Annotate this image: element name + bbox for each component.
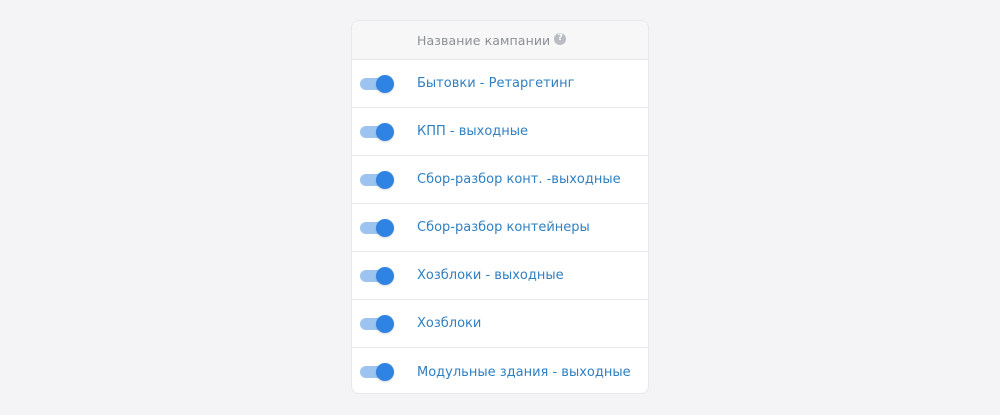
campaign-toggle[interactable] xyxy=(360,74,396,94)
toggle-knob xyxy=(376,314,394,333)
campaign-toggle[interactable] xyxy=(360,170,396,190)
toggle-knob xyxy=(376,74,394,93)
campaign-toggle[interactable] xyxy=(360,218,396,238)
table-row: КПП - выходные xyxy=(352,108,648,156)
question-icon[interactable]: ? xyxy=(554,32,567,45)
campaign-name-link[interactable]: Хозблоки xyxy=(417,316,481,331)
table-row: Бытовки - Ретаргетинг xyxy=(352,60,648,108)
table-row: Сбор-разбор конт. -выходные xyxy=(352,156,648,204)
toggle-knob xyxy=(376,266,394,285)
campaign-toggle[interactable] xyxy=(360,122,396,142)
campaign-name-link[interactable]: КПП - выходные xyxy=(417,124,528,139)
campaign-name-link[interactable]: Сбор-разбор контейнеры xyxy=(417,220,590,235)
campaign-toggle[interactable] xyxy=(360,362,396,382)
campaign-table: Название кампании ? Бытовки - Ретаргетин… xyxy=(351,20,649,394)
campaign-toggle[interactable] xyxy=(360,266,396,286)
campaign-name-link[interactable]: Хозблоки - выходные xyxy=(417,268,564,283)
table-row: Хозблоки - выходные xyxy=(352,252,648,300)
campaign-name-link[interactable]: Бытовки - Ретаргетинг xyxy=(417,76,574,91)
table-header: Название кампании ? xyxy=(352,21,648,60)
table-row: Хозблоки xyxy=(352,300,648,348)
table-row: Сбор-разбор контейнеры xyxy=(352,204,648,252)
toggle-knob xyxy=(376,218,394,237)
campaign-name-link[interactable]: Модульные здания - выходные xyxy=(417,365,631,380)
campaign-name-column-header: Название кампании xyxy=(417,32,551,48)
campaign-name-link[interactable]: Сбор-разбор конт. -выходные xyxy=(417,172,621,187)
toggle-knob xyxy=(376,122,394,141)
toggle-knob xyxy=(376,363,394,381)
toggle-knob xyxy=(376,170,394,189)
campaign-toggle[interactable] xyxy=(360,314,396,334)
table-row: Модульные здания - выходные xyxy=(352,348,648,393)
